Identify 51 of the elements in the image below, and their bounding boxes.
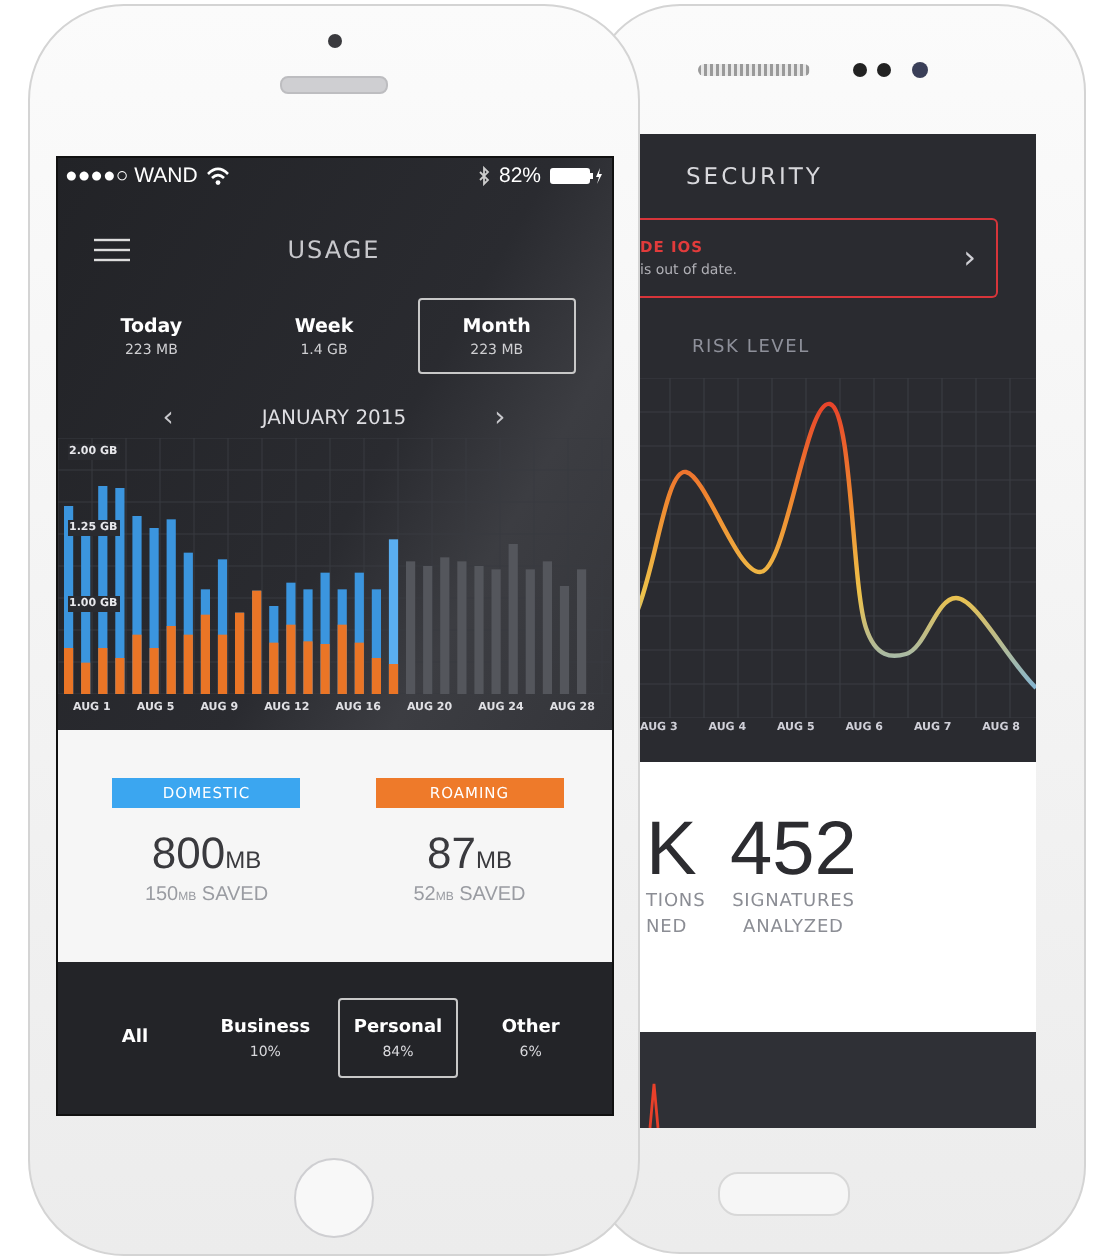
camera-lens (327, 34, 341, 48)
usage-bar (182, 552, 192, 694)
stat-value: K (646, 810, 697, 890)
stat-label: NED (646, 916, 688, 942)
usage-bar (216, 559, 227, 694)
usage-bar (353, 572, 363, 694)
usage-bar (422, 566, 432, 694)
carrier-signal: ●●●●○ WAND (65, 164, 198, 188)
camera-icon (850, 60, 930, 80)
usage-bar (558, 586, 569, 694)
bluetooth-icon (478, 166, 491, 186)
usage-bar (370, 589, 380, 694)
usage-bar (285, 582, 295, 694)
home-button[interactable] (294, 1158, 374, 1238)
usage-bar (473, 566, 483, 694)
stat-value: 452 (730, 810, 857, 890)
stat-label: TIONS (646, 890, 706, 916)
next-button[interactable]: › (494, 404, 506, 432)
screen-title: USAGE (285, 236, 383, 264)
month-label: JANUARY 2015 (261, 407, 407, 429)
usage-bar (439, 557, 449, 694)
usage-bar (234, 612, 244, 694)
usage-bar (302, 589, 312, 694)
usage-bar (199, 589, 209, 694)
usage-bar (319, 572, 329, 694)
speaker-grille (280, 76, 388, 94)
speaker-grille (698, 64, 810, 76)
chevron-icon: › (963, 242, 976, 274)
chart-line (648, 1080, 664, 1128)
usage-bar (576, 569, 586, 694)
previous-button[interactable]: ‹ (162, 404, 174, 432)
wifi-icon (205, 166, 230, 186)
usage-bar (456, 561, 466, 694)
usage-bar (251, 590, 261, 694)
usage-bar (405, 561, 415, 694)
chart-title: RISK LEVEL (690, 336, 812, 362)
usage-bar (490, 569, 500, 694)
stat-label: ANALYZED (743, 916, 844, 942)
stat-label: SIGNATURES (732, 890, 855, 916)
menu-icon (93, 238, 129, 262)
battery-percent: 82% (498, 164, 541, 188)
home-button[interactable] (718, 1172, 850, 1216)
usage-bar (268, 606, 278, 694)
filter-tab[interactable]: All (77, 998, 193, 1078)
data-amount: 87MB (427, 828, 512, 880)
screen-title: SECURITY (684, 160, 825, 194)
usage-bar (336, 589, 346, 694)
usage-bar (541, 561, 551, 694)
usage-bar (524, 569, 534, 694)
data-amount: 800MB (151, 828, 262, 880)
battery-charging-icon (549, 166, 601, 186)
